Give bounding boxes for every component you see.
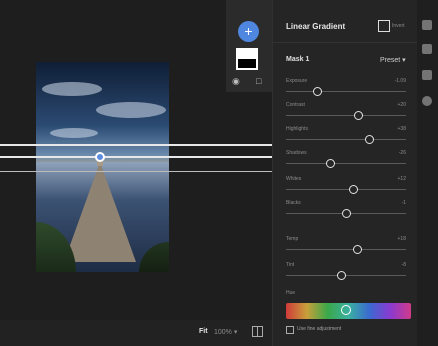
preset-dropdown[interactable]: Preset ▾ xyxy=(380,56,406,64)
slider-label: Shadows xyxy=(286,150,307,156)
mask-thumbnail[interactable] xyxy=(236,48,258,70)
slider-label: Whites xyxy=(286,176,302,182)
slider-value[interactable]: +38 xyxy=(398,126,406,132)
gradient-center-line[interactable] xyxy=(0,156,272,158)
edit-icon[interactable] xyxy=(422,20,432,30)
gradient-top-line[interactable] xyxy=(0,144,272,146)
slider-value[interactable]: -1 xyxy=(402,200,406,206)
eye-icon[interactable]: ◉ xyxy=(232,76,240,87)
invert-checkbox[interactable] xyxy=(378,20,390,32)
slider-value[interactable]: -26 xyxy=(399,150,406,156)
cloud-shape xyxy=(42,82,102,96)
zoom-select[interactable]: 100% ▾ xyxy=(214,328,237,336)
fine-adjust-label: Use fine adjustment xyxy=(297,326,342,332)
slider-knob[interactable] xyxy=(313,87,323,96)
divider xyxy=(273,42,418,43)
invert-label: Invert xyxy=(392,23,405,29)
slider-knob[interactable] xyxy=(326,159,336,168)
slider-track[interactable] xyxy=(286,139,406,140)
slider-label: Highlights xyxy=(286,126,308,132)
trash-icon[interactable]: □ xyxy=(256,76,261,86)
slider-knob[interactable] xyxy=(349,185,359,194)
add-mask-button[interactable]: + xyxy=(238,21,259,42)
pier xyxy=(64,162,136,262)
slider-blacks: Blacks -1 xyxy=(286,200,406,230)
slider-track[interactable] xyxy=(286,249,406,250)
slider-label: Blacks xyxy=(286,200,301,206)
photo xyxy=(36,62,169,272)
slider-knob[interactable] xyxy=(364,135,374,144)
gradient-bottom-line[interactable] xyxy=(0,171,272,172)
mask-name: Mask 1 xyxy=(286,56,310,63)
crop-icon[interactable] xyxy=(422,44,432,54)
slider-track[interactable] xyxy=(286,91,406,92)
slider-label: Hue xyxy=(286,290,296,296)
slider-value[interactable]: -1.09 xyxy=(395,78,406,84)
slider-value[interactable]: +12 xyxy=(398,176,406,182)
slider-track[interactable] xyxy=(286,163,406,164)
slider-track[interactable] xyxy=(286,189,406,190)
bottom-bar: Fit 100% ▾ xyxy=(0,320,272,346)
gradient-pin[interactable] xyxy=(95,152,105,162)
slider-track[interactable] xyxy=(286,115,406,116)
compare-icon[interactable] xyxy=(252,326,263,337)
slider-knob[interactable] xyxy=(352,245,362,254)
hue-knob[interactable] xyxy=(341,305,351,315)
slider-value[interactable]: +20 xyxy=(398,102,406,108)
slider-label: Exposure xyxy=(286,78,308,84)
mask-settings-panel: Linear Gradient Invert Mask 1 Preset ▾ E… xyxy=(272,0,418,346)
slider-tint: Tint -8 xyxy=(286,262,406,292)
cloud-shape xyxy=(96,102,166,118)
fit-label[interactable]: Fit xyxy=(199,328,208,335)
slider-knob[interactable] xyxy=(342,209,351,218)
slider-label: Tint xyxy=(286,262,295,268)
right-toolbar xyxy=(417,0,438,346)
slider-value[interactable]: +18 xyxy=(398,236,406,242)
fine-adjust-checkbox[interactable] xyxy=(286,326,294,334)
slider-label: Temp xyxy=(286,236,299,242)
mask-icon[interactable] xyxy=(422,96,432,106)
panel-title: Linear Gradient xyxy=(286,22,346,31)
slider-value[interactable]: -8 xyxy=(402,262,406,268)
slider-knob[interactable] xyxy=(337,271,347,280)
slider-knob[interactable] xyxy=(354,111,363,120)
slider-label: Contrast xyxy=(286,102,305,108)
heal-icon[interactable] xyxy=(422,70,432,80)
cloud-shape xyxy=(50,128,98,138)
mask-panel: + ◉ □ xyxy=(226,0,272,92)
